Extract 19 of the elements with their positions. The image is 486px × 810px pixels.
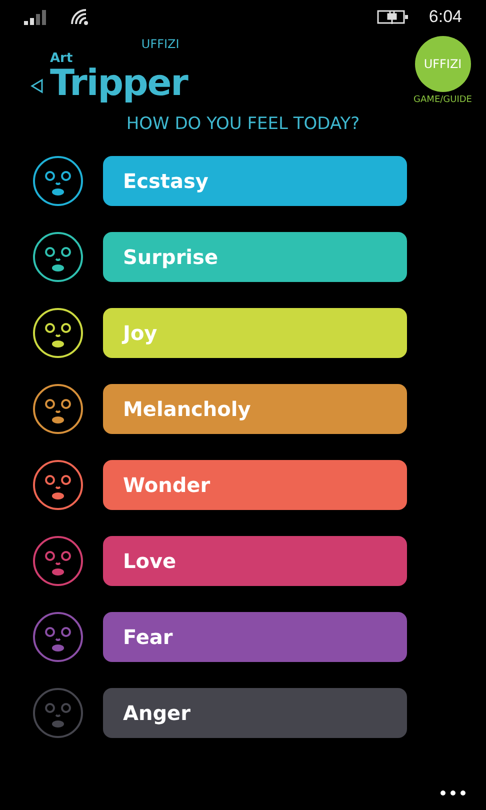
- mood-button[interactable]: Wonder: [103, 460, 407, 510]
- logo-subtitle: UFFIZI: [141, 37, 180, 51]
- back-icon[interactable]: [30, 78, 44, 94]
- more-icon[interactable]: [440, 790, 466, 796]
- badge-caption: GAME/GUIDE: [414, 95, 472, 105]
- question-heading: HOW DO YOU FEEL TODAY?: [125, 113, 361, 134]
- mood-button[interactable]: Joy: [103, 308, 407, 358]
- uffizi-badge[interactable]: UFFIZI: [414, 36, 471, 92]
- mood-button[interactable]: Surprise: [103, 232, 407, 282]
- mood-button[interactable]: Love: [103, 536, 407, 586]
- mood-button[interactable]: Fear: [103, 612, 407, 662]
- mood-button[interactable]: Melancholy: [103, 384, 407, 434]
- logo-title: Tripper: [50, 66, 188, 102]
- wifi-icon: [70, 8, 90, 26]
- mood-button[interactable]: Ecstasy: [103, 156, 407, 206]
- logo-prefix: Art: [50, 51, 74, 66]
- mood-button[interactable]: Anger: [103, 688, 407, 738]
- battery-icon: [376, 9, 409, 25]
- clock-time: 6:04: [428, 7, 462, 27]
